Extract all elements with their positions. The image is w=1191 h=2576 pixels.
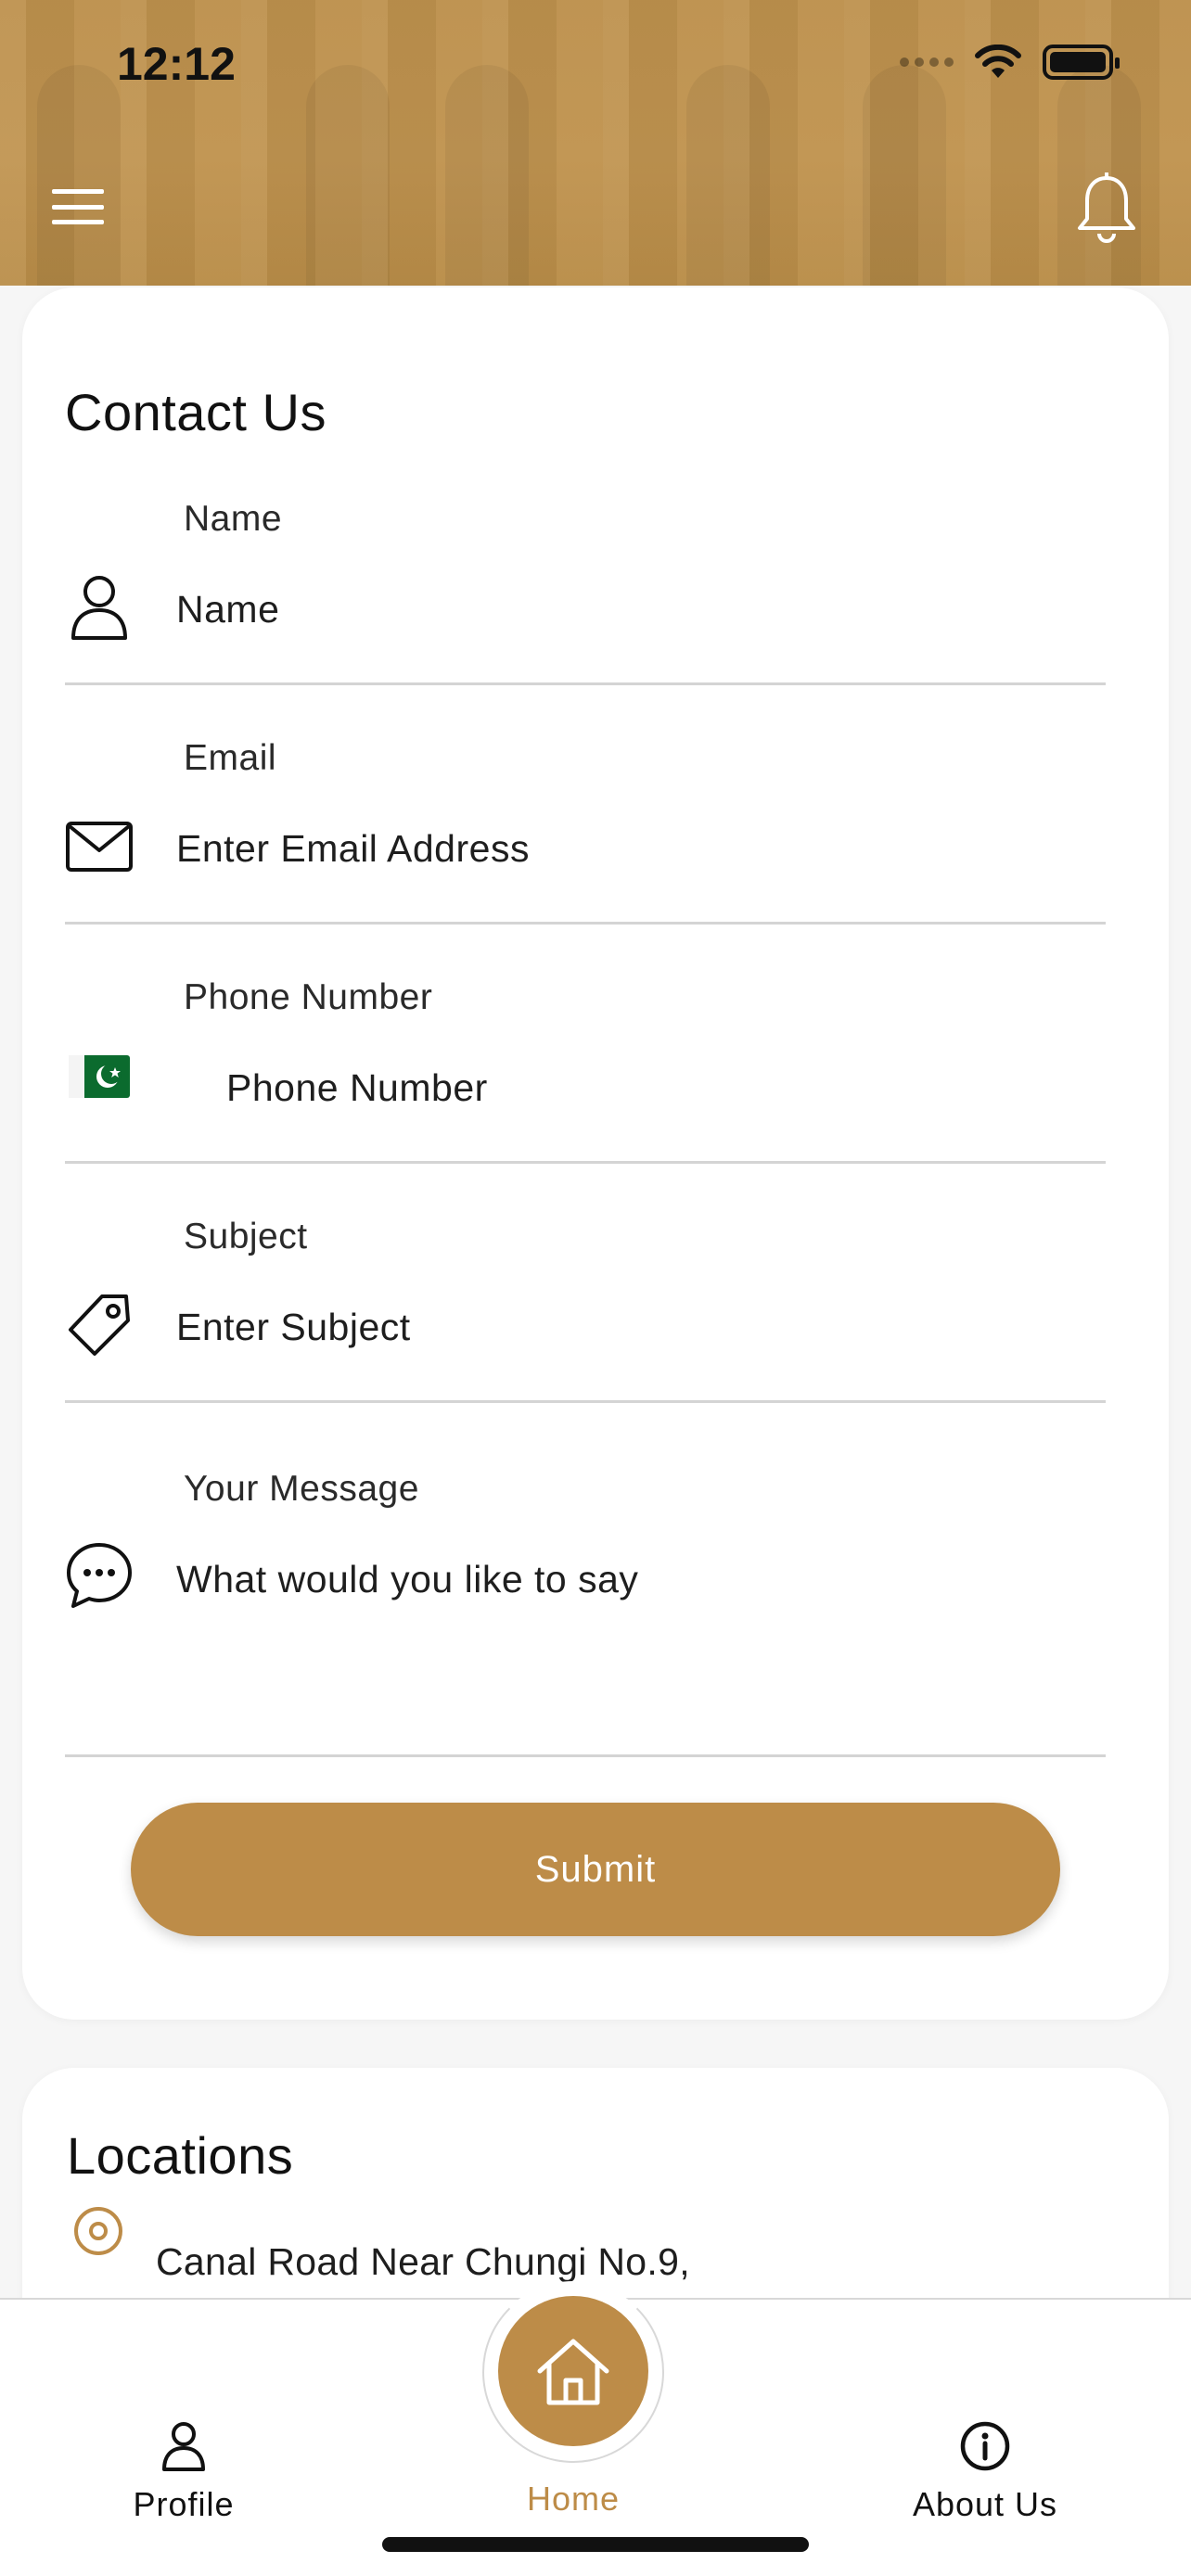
profile-icon xyxy=(162,2422,205,2471)
name-field-group: Name Name xyxy=(65,482,1106,695)
envelope-icon xyxy=(65,812,134,881)
bell-icon[interactable] xyxy=(1074,172,1139,247)
tab-about-label: About Us xyxy=(912,2485,1058,2523)
chat-bubble-icon xyxy=(65,1541,134,1610)
tab-home[interactable] xyxy=(498,2296,648,2446)
name-input[interactable]: Name xyxy=(176,588,279,631)
tab-home-label: Home xyxy=(526,2480,621,2518)
email-label: Email xyxy=(184,738,277,778)
header-arch-decoration xyxy=(863,65,946,286)
location-address[interactable]: Canal Road Near Chungi No.9, xyxy=(156,2240,690,2284)
phone-input[interactable]: Phone Number xyxy=(226,1066,488,1110)
header-arch-decoration xyxy=(37,65,121,286)
submit-button[interactable]: Submit xyxy=(131,1803,1060,1936)
tab-about-us[interactable]: About Us xyxy=(890,2420,1080,2524)
cellular-signal-icon xyxy=(900,57,954,67)
tag-icon xyxy=(65,1291,134,1359)
phone-underline xyxy=(65,1161,1106,1164)
subject-field-group: Subject Enter Subject xyxy=(65,1200,1106,1413)
wifi-icon xyxy=(975,45,1021,78)
subject-label: Subject xyxy=(184,1217,308,1256)
name-underline xyxy=(65,682,1106,685)
info-icon xyxy=(960,2421,1010,2471)
tab-profile-label: Profile xyxy=(133,2485,235,2523)
status-bar-icons xyxy=(900,45,1120,80)
menu-button[interactable] xyxy=(50,185,106,228)
locations-title: Locations xyxy=(67,2126,294,2185)
status-bar-time: 12:12 xyxy=(117,38,236,90)
subject-underline xyxy=(65,1400,1106,1403)
home-icon xyxy=(537,2339,609,2405)
tab-profile[interactable]: Profile xyxy=(111,2420,256,2524)
message-textarea[interactable]: What would you like to say xyxy=(176,1558,638,1601)
pakistan-flag-icon[interactable] xyxy=(65,1042,134,1111)
email-input[interactable]: Enter Email Address xyxy=(176,827,530,871)
header-arch-decoration xyxy=(445,65,529,286)
hamburger-menu-icon xyxy=(52,189,104,194)
header-arch-decoration xyxy=(306,65,390,286)
app-header: 12:12 xyxy=(0,0,1191,286)
person-icon xyxy=(65,573,134,642)
battery-icon xyxy=(1043,45,1120,80)
subject-input[interactable]: Enter Subject xyxy=(176,1306,411,1349)
header-arch-decoration xyxy=(686,65,770,286)
phone-field-group: Phone Number Phone Number xyxy=(65,961,1106,1174)
phone-label: Phone Number xyxy=(184,977,433,1017)
email-underline xyxy=(65,922,1106,925)
location-pin-icon xyxy=(74,2207,122,2255)
message-underline xyxy=(65,1754,1106,1757)
email-field-group: Email Enter Email Address xyxy=(65,721,1106,935)
contact-us-card: Contact Us Name Name Email Enter Email A… xyxy=(22,287,1169,2020)
contact-us-title: Contact Us xyxy=(65,383,327,441)
home-indicator[interactable] xyxy=(382,2537,809,2552)
message-label: Your Message xyxy=(184,1469,419,1509)
message-field-group: Your Message What would you like to say xyxy=(65,1439,1106,1782)
name-label: Name xyxy=(184,499,283,539)
